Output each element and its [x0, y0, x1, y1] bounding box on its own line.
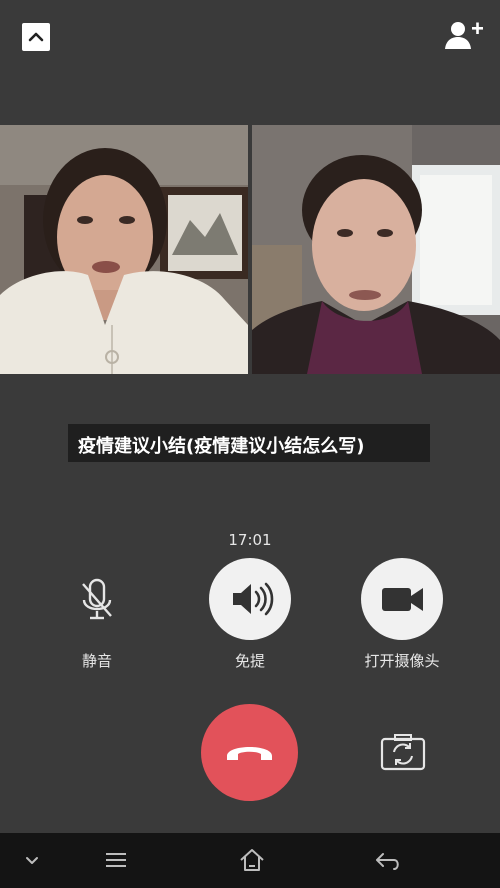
back-icon — [376, 853, 399, 870]
switch-camera-button[interactable] — [380, 733, 426, 771]
caption-banner: 疫情建议小结(疫情建议小结怎么写) — [68, 424, 430, 462]
camera-button[interactable] — [361, 558, 443, 640]
add-participant-button[interactable] — [444, 20, 484, 52]
speaker-button[interactable] — [209, 558, 291, 640]
camera-label: 打开摄像头 — [364, 652, 440, 670]
participant-video-right — [252, 125, 500, 374]
mute-button[interactable] — [56, 560, 138, 642]
video-camera-icon — [382, 588, 423, 611]
speaker-icon — [233, 582, 274, 616]
chevron-down-icon — [26, 857, 38, 864]
collapse-button[interactable] — [22, 23, 50, 51]
menu-icon — [106, 853, 126, 867]
home-icon — [240, 849, 264, 871]
phone-hangup-icon — [227, 747, 272, 760]
mute-label: 静音 — [81, 652, 112, 670]
chevron-up-icon — [28, 32, 44, 42]
nav-home-button[interactable] — [236, 845, 268, 875]
hangup-button[interactable] — [201, 704, 298, 801]
switch-camera-icon — [380, 734, 426, 771]
add-user-icon — [445, 22, 483, 49]
caption-text: 疫情建议小结(疫情建议小结怎么写) — [78, 436, 365, 457]
microphone-off-icon — [82, 578, 112, 620]
speaker-label: 免提 — [234, 652, 265, 670]
participant-video-left — [0, 125, 248, 374]
nav-collapse-button[interactable] — [16, 845, 48, 875]
nav-back-button[interactable] — [372, 845, 404, 875]
call-timer: 17:01 — [228, 531, 272, 549]
nav-menu-button[interactable] — [100, 845, 132, 875]
